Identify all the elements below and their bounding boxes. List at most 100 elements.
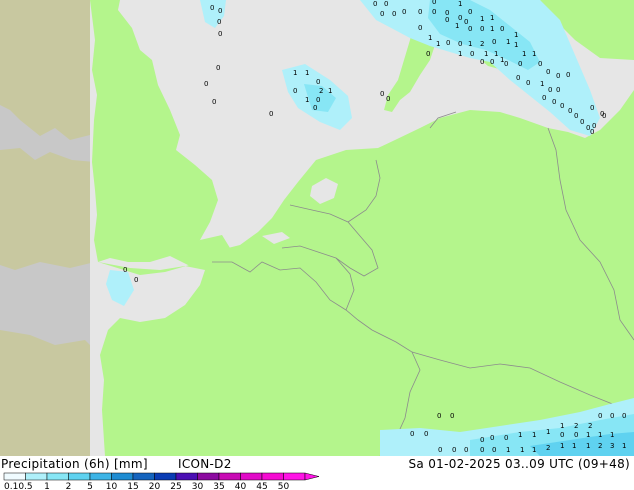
precip-value-label: 0 [600, 110, 604, 118]
precip-value-label: 0 [386, 95, 390, 103]
precip-value-label: 1 [490, 25, 494, 33]
precip-value-label: 0 [518, 60, 522, 68]
precip-value-label: 1 [514, 41, 518, 49]
precip-value-label: 0 [134, 276, 138, 284]
legend-overflow-arrow [304, 472, 320, 481]
precip-value-label: 2 [546, 444, 550, 452]
precip-value-label: 1 [522, 50, 526, 58]
precip-value-label: 0 [580, 118, 584, 126]
legend-swatch [132, 472, 155, 481]
precip-value-label: 0 [217, 18, 221, 26]
precip-value-label: 0 [574, 112, 578, 120]
precip-value-label: 0 [402, 8, 406, 16]
precip-value-label: 1 [546, 428, 550, 436]
precip-value-label: 1 [480, 15, 484, 23]
precip-value-label: 0 [446, 39, 450, 47]
precip-value-label: 0 [468, 25, 472, 33]
precip-value-label: 0 [480, 25, 484, 33]
valid-time: Sa 01-02-2025 03..09 UTC (09+48) [408, 457, 630, 471]
precip-value-label: 1 [586, 431, 590, 439]
precip-value-label: 0 [218, 30, 222, 38]
forecast-map-panel: 0000000011021100000000000100000111001010… [0, 0, 634, 490]
precip-value-label: 0 [504, 60, 508, 68]
precip-value-label: 0 [556, 72, 560, 80]
precip-value-label: 0 [566, 71, 570, 79]
precip-value-label: 1 [484, 50, 488, 58]
precip-value-label: 0 [269, 110, 273, 118]
precip-value-label: 0 [548, 86, 552, 94]
precip-value-label: 2 [319, 87, 323, 95]
precip-value-label: 0 [316, 96, 320, 104]
precip-value-label: 3 [610, 442, 614, 450]
precip-value-label: 1 [532, 431, 536, 439]
legend-swatch [240, 472, 263, 481]
precip-value-label: 0 [450, 412, 454, 420]
precipitation-map: 0 00000001 102 110000 00 0 0 0 0 010000 0 1 11 0 0 1 010… [0, 0, 634, 456]
precip-value-label: 0 [516, 74, 520, 82]
precip-value-label: 0 [574, 431, 578, 439]
precip-value-label: 0 [538, 60, 542, 68]
precip-value-label: 1 [506, 446, 510, 454]
legend-swatch [46, 472, 69, 481]
precip-value-label: 0 [468, 8, 472, 16]
precip-value-label: 0 [552, 98, 556, 106]
legend-swatch [261, 472, 284, 481]
precip-value-label: 0 [492, 446, 496, 454]
precip-value-label: 0 [392, 10, 396, 18]
precip-value-label: 0 [568, 107, 572, 115]
legend-swatches [3, 472, 320, 481]
precip-value-label: 0 [424, 430, 428, 438]
legend-tick-label: 10 [106, 482, 118, 490]
legend-tick-label: 1 [44, 482, 50, 490]
precip-value-label: 0 [560, 102, 564, 110]
legend-tick-label: 0.5 [18, 482, 32, 490]
precip-value-label: 1 [540, 80, 544, 88]
precip-value-label: 0 [432, 0, 436, 6]
precip-value-label: 0 [480, 436, 484, 444]
precip-value-label: 1 [520, 446, 524, 454]
precip-value-label: 1 [560, 442, 564, 450]
legend-swatch [25, 472, 48, 481]
precip-value-label: 1 [506, 38, 510, 46]
precip-value-label: 1 [436, 40, 440, 48]
precip-value-label: 1 [428, 34, 432, 42]
precip-value-label: 1 [458, 0, 462, 8]
precip-value-label: 1 [455, 22, 459, 30]
precip-value-label: 0 [380, 90, 384, 98]
precip-value-label: 0 [492, 38, 496, 46]
precip-value-label: 1 [518, 431, 522, 439]
precip-value-label: 0 [526, 79, 530, 87]
precip-value-label: 0 [542, 94, 546, 102]
precip-value-label: 1 [490, 14, 494, 22]
precip-value-label: 0 [598, 412, 602, 420]
legend-swatch [111, 472, 134, 481]
precip-value-label: 1 [305, 69, 309, 77]
legend-swatch [89, 472, 112, 481]
precip-value-label: 1 [532, 446, 536, 454]
precip-value-label: 0 [210, 4, 214, 12]
precip-value-label: 0 [313, 104, 317, 112]
precip-value-label: 1 [532, 50, 536, 58]
precip-value-label: 0 [410, 430, 414, 438]
precip-value-label: 0 [610, 412, 614, 420]
precip-value-label: 1 [586, 442, 590, 450]
precip-value-label: 0 [546, 68, 550, 76]
legend-swatch [3, 472, 26, 481]
precip-value-label: 1 [328, 87, 332, 95]
precip-value-label: 0 [293, 87, 297, 95]
precip-value-label: 0 [458, 40, 462, 48]
precip-value-label: 0 [212, 98, 216, 106]
precip-value-label: 0 [480, 58, 484, 66]
precip-value-label: 0 [590, 104, 594, 112]
model-name: ICON-D2 [178, 457, 232, 471]
map-footer: Precipitation (6h) [mm] ICON-D2 Sa 01-02… [0, 456, 634, 490]
precip-value-label: 0 [504, 434, 508, 442]
outside-domain-land-wales [0, 0, 105, 456]
legend-swatch [197, 472, 220, 481]
legend-swatch [283, 472, 306, 481]
precip-value-label: 0 [418, 24, 422, 32]
legend-swatch [175, 472, 198, 481]
precip-value-label: 0 [384, 0, 388, 8]
precip-value-label: 0 [218, 7, 222, 15]
precip-value-label: 0 [490, 434, 494, 442]
